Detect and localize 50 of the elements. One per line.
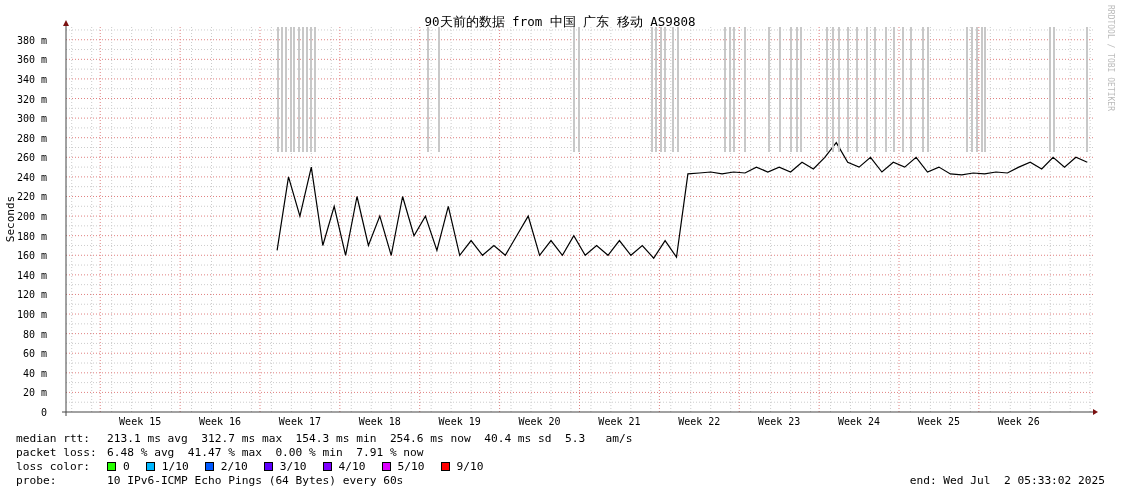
x-tick-label: Week 15 (119, 416, 162, 426)
legend-label: median rtt: (16, 431, 92, 445)
y-tick-label: 80 m (22, 328, 47, 340)
y-tick-label: 260 m (16, 152, 47, 164)
y-tick-label: 120 m (16, 289, 47, 301)
x-tick-label: Week 24 (838, 416, 881, 426)
x-tick-label: Week 22 (678, 416, 721, 426)
y-tick-label: 160 m (16, 250, 47, 262)
x-tick-label: Week 23 (758, 416, 801, 426)
y-tick-label: 0 (40, 407, 47, 418)
y-tick-label: 320 m (16, 93, 47, 105)
legend-label: loss color: (16, 459, 92, 473)
swatch-label: 4/10 (338, 459, 366, 473)
swatch-label: 1/10 (161, 459, 189, 473)
x-tick-label: Week 19 (438, 416, 481, 426)
x-tick-label: Week 17 (278, 416, 321, 426)
y-tick-label: 360 m (16, 54, 47, 66)
y-tick-label: 280 m (16, 132, 47, 144)
y-tick-label: 40 m (22, 367, 47, 379)
legend-label: probe: (16, 473, 58, 487)
y-tick-label: 20 m (22, 387, 47, 399)
x-tick-label: Week 25 (917, 416, 961, 426)
x-tick-label: Week 21 (598, 416, 641, 426)
swatch-label: 0 (123, 459, 130, 473)
y-tick-label: 200 m (16, 211, 47, 223)
y-tick-label: 380 m (16, 34, 47, 46)
y-tick-label: 300 m (16, 113, 47, 125)
x-tick-label: Week 20 (518, 416, 561, 426)
x-tick-label: Week 16 (198, 416, 242, 426)
y-tick-label: 100 m (16, 309, 47, 321)
y-tick-label: 220 m (16, 191, 47, 203)
y-axis-label: Seconds (4, 195, 17, 243)
chart-title: 90天前的数据 from 中国 广东 移动 AS9808 (424, 14, 696, 29)
x-tick-label: Week 26 (997, 416, 1040, 426)
y-tick-label: 340 m (16, 73, 47, 85)
legend-text: 6.48 % avg 41.47 % max 0.00 % min 7.91 % now (107, 445, 424, 459)
x-tick-label: Week 18 (358, 416, 401, 426)
legend-text: 10 IPv6-ICMP Echo Pings (64 Bytes) every 60s (107, 473, 404, 487)
legend-label: packet loss: (16, 445, 98, 459)
swatch-label: 5/10 (397, 459, 425, 473)
y-tick-label: 240 m (16, 171, 47, 183)
y-tick-label: 180 m (16, 230, 47, 242)
swatch-label: 9/10 (456, 459, 484, 473)
y-tick-label: 140 m (16, 269, 47, 281)
legend-text: 213.1 ms avg 312.7 ms max 154.3 ms min 254.6 ms now 40.4 ms sd 5.3 am/s (107, 431, 633, 445)
credit-text: RRDTOOL / TOBI OETIKER (1106, 5, 1115, 111)
y-tick-label: 60 m (22, 348, 47, 360)
end-time: end: Wed Jul 2 05:33:02 2025 (909, 473, 1105, 487)
swatch-label: 2/10 (220, 459, 248, 473)
swatch-label: 3/10 (279, 459, 307, 473)
